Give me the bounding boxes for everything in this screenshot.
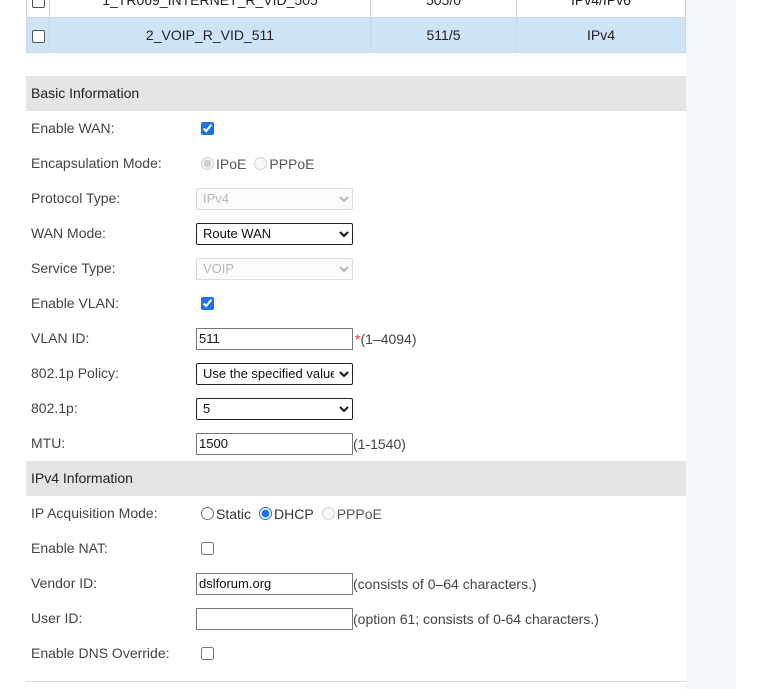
- protocol-type-row: Protocol Type: IPv4: [26, 181, 686, 216]
- encapsulation-label: Encapsulation Mode:: [31, 155, 162, 171]
- enable-wan-label: Enable WAN:: [31, 120, 115, 136]
- encapsulation-row: Encapsulation Mode: IPoE PPPoE: [26, 146, 686, 181]
- 8021p-row: 802.1p: 5: [26, 391, 686, 426]
- basic-information-header: Basic Information: [26, 76, 686, 111]
- vendor-id-input[interactable]: [196, 572, 353, 595]
- vlan-priority-cell: 511/5: [370, 17, 517, 53]
- dns-override-row: Enable DNS Override:: [26, 636, 686, 671]
- pppoe-label: PPPoE: [269, 155, 315, 172]
- dns-override-checkbox[interactable]: [201, 647, 214, 660]
- dhcp-radio[interactable]: [259, 507, 273, 520]
- service-type-label: Service Type:: [31, 260, 116, 276]
- enable-wan-checkbox[interactable]: [201, 122, 214, 135]
- 8021p-policy-select[interactable]: Use the specified value: [196, 362, 353, 385]
- table-row[interactable]: 1_TR069_INTERNET_R_VID_505 505/0 IPv4/IP…: [26, 0, 686, 18]
- right-page-strip: [686, 0, 736, 689]
- wan-name-cell: 2_VOIP_R_VID_511: [49, 17, 371, 53]
- ip-acquisition-label: IP Acquisition Mode:: [31, 505, 158, 521]
- wan-config-form: Basic Information Enable WAN: Encapsulat…: [26, 76, 686, 671]
- ip-acquisition-row: IP Acquisition Mode: Static DHCP PPPoE: [26, 496, 686, 531]
- protocol-cell: IPv4/IPv6: [516, 0, 686, 18]
- static-radio[interactable]: [201, 507, 214, 520]
- mtu-hint: (1-1540): [353, 435, 406, 452]
- mtu-input[interactable]: [196, 432, 353, 455]
- user-id-input[interactable]: [196, 607, 353, 630]
- ipv4-information-header: IPv4 Information: [26, 461, 686, 496]
- table-row[interactable]: 2_VOIP_R_VID_511 511/5 IPv4: [26, 17, 686, 53]
- user-id-label: User ID:: [31, 610, 83, 626]
- protocol-cell: IPv4: [516, 17, 686, 53]
- wan-mode-row: WAN Mode: Route WAN: [26, 216, 686, 251]
- vlan-id-row: VLAN ID: *(1–4094): [26, 321, 686, 356]
- 8021p-label: 802.1p:: [31, 400, 78, 416]
- user-id-row: User ID: (option 61; consists of 0-64 ch…: [26, 601, 686, 636]
- dns-override-label: Enable DNS Override:: [31, 645, 170, 661]
- ipoe-label: IPoE: [216, 155, 247, 172]
- service-type-select[interactable]: VOIP: [196, 257, 353, 280]
- enable-vlan-label: Enable VLAN:: [31, 295, 119, 311]
- enable-nat-label: Enable NAT:: [31, 540, 108, 556]
- pppoe-acquisition-label: PPPoE: [336, 505, 382, 522]
- user-id-hint: (option 61; consists of 0-64 characters.…: [353, 610, 599, 627]
- row-checkbox[interactable]: [31, 29, 45, 43]
- enable-vlan-checkbox[interactable]: [201, 297, 214, 310]
- enable-wan-row: Enable WAN:: [26, 111, 686, 146]
- 8021p-policy-label: 802.1p Policy:: [31, 365, 119, 381]
- vlan-id-label: VLAN ID:: [31, 330, 90, 346]
- 8021p-policy-row: 802.1p Policy: Use the specified value: [26, 356, 686, 391]
- ipoe-radio[interactable]: [201, 157, 214, 170]
- vendor-id-hint: (consists of 0–64 characters.): [353, 575, 537, 592]
- mtu-row: MTU: (1-1540): [26, 426, 686, 461]
- divider: [26, 681, 686, 682]
- mtu-label: MTU:: [31, 435, 66, 451]
- pppoe-radio[interactable]: [254, 157, 268, 170]
- wan-name-cell: 1_TR069_INTERNET_R_VID_505: [49, 0, 371, 18]
- vendor-id-label: Vendor ID:: [31, 575, 98, 591]
- vlan-id-input[interactable]: [196, 327, 353, 350]
- wan-connection-table: 1_TR069_INTERNET_R_VID_505 505/0 IPv4/IP…: [26, 0, 686, 53]
- wan-mode-label: WAN Mode:: [31, 225, 106, 241]
- dhcp-label: DHCP: [274, 505, 314, 522]
- enable-nat-row: Enable NAT:: [26, 531, 686, 566]
- protocol-type-label: Protocol Type:: [31, 190, 121, 206]
- pppoe-acquisition-radio[interactable]: [321, 507, 335, 520]
- protocol-type-select[interactable]: IPv4: [196, 187, 353, 210]
- enable-vlan-row: Enable VLAN:: [26, 286, 686, 321]
- row-checkbox[interactable]: [31, 0, 45, 8]
- vlan-id-hint: (1–4094): [360, 330, 417, 347]
- vendor-id-row: Vendor ID: (consists of 0–64 characters.…: [26, 566, 686, 601]
- wan-mode-select[interactable]: Route WAN: [196, 222, 353, 245]
- 8021p-select[interactable]: 5: [196, 397, 353, 420]
- enable-nat-checkbox[interactable]: [201, 542, 214, 555]
- static-label: Static: [216, 505, 252, 522]
- vlan-priority-cell: 505/0: [370, 0, 517, 18]
- service-type-row: Service Type: VOIP: [26, 251, 686, 286]
